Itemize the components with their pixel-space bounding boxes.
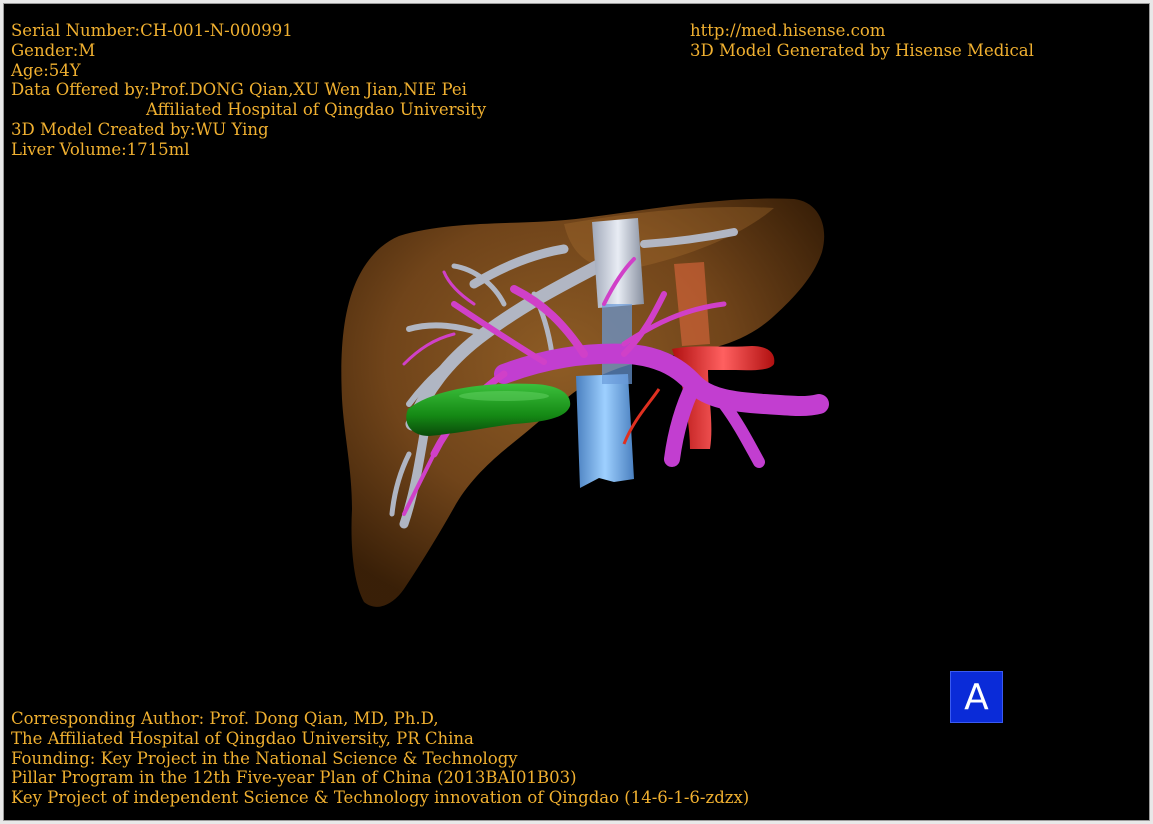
generator-info: http://med.hisense.com 3D Model Generate… bbox=[690, 21, 1034, 61]
credits-line: Founding: Key Project in the National Sc… bbox=[11, 748, 518, 768]
generator-label: 3D Model Generated by Hisense Medical bbox=[690, 40, 1034, 60]
website-url: http://med.hisense.com bbox=[690, 21, 886, 40]
age: Age:54Y bbox=[11, 60, 81, 80]
credits-line: Pillar Program in the 12th Five-year Pla… bbox=[11, 768, 577, 788]
credits-line: Corresponding Author: Prof. Dong Qian, M… bbox=[11, 709, 439, 728]
gallbladder-highlight bbox=[459, 391, 549, 401]
ivc-upper bbox=[592, 218, 644, 308]
model-created-by: 3D Model Created by:WU Ying bbox=[11, 119, 269, 139]
inferior-vena-cava bbox=[576, 374, 634, 488]
credits: Corresponding Author: Prof. Dong Qian, M… bbox=[11, 709, 749, 808]
gender: Gender:M bbox=[11, 40, 96, 60]
view-label-badge[interactable]: A bbox=[950, 671, 1003, 723]
patient-info: Serial Number:CH-001-N-000991 Gender:M A… bbox=[11, 21, 486, 160]
data-offered-by: Data Offered by:Prof.DONG Qian,XU Wen Ji… bbox=[11, 80, 467, 100]
hospital: Affiliated Hospital of Qingdao Universit… bbox=[146, 100, 487, 120]
credits-line: The Affiliated Hospital of Qingdao Unive… bbox=[11, 728, 474, 748]
model-viewport[interactable]: Serial Number:CH-001-N-000991 Gender:M A… bbox=[3, 3, 1150, 821]
credits-line: Key Project of independent Science & Tec… bbox=[11, 788, 750, 808]
liver-volume: Liver Volume:1715ml bbox=[11, 139, 190, 159]
serial-number: Serial Number:CH-001-N-000991 bbox=[11, 21, 293, 40]
